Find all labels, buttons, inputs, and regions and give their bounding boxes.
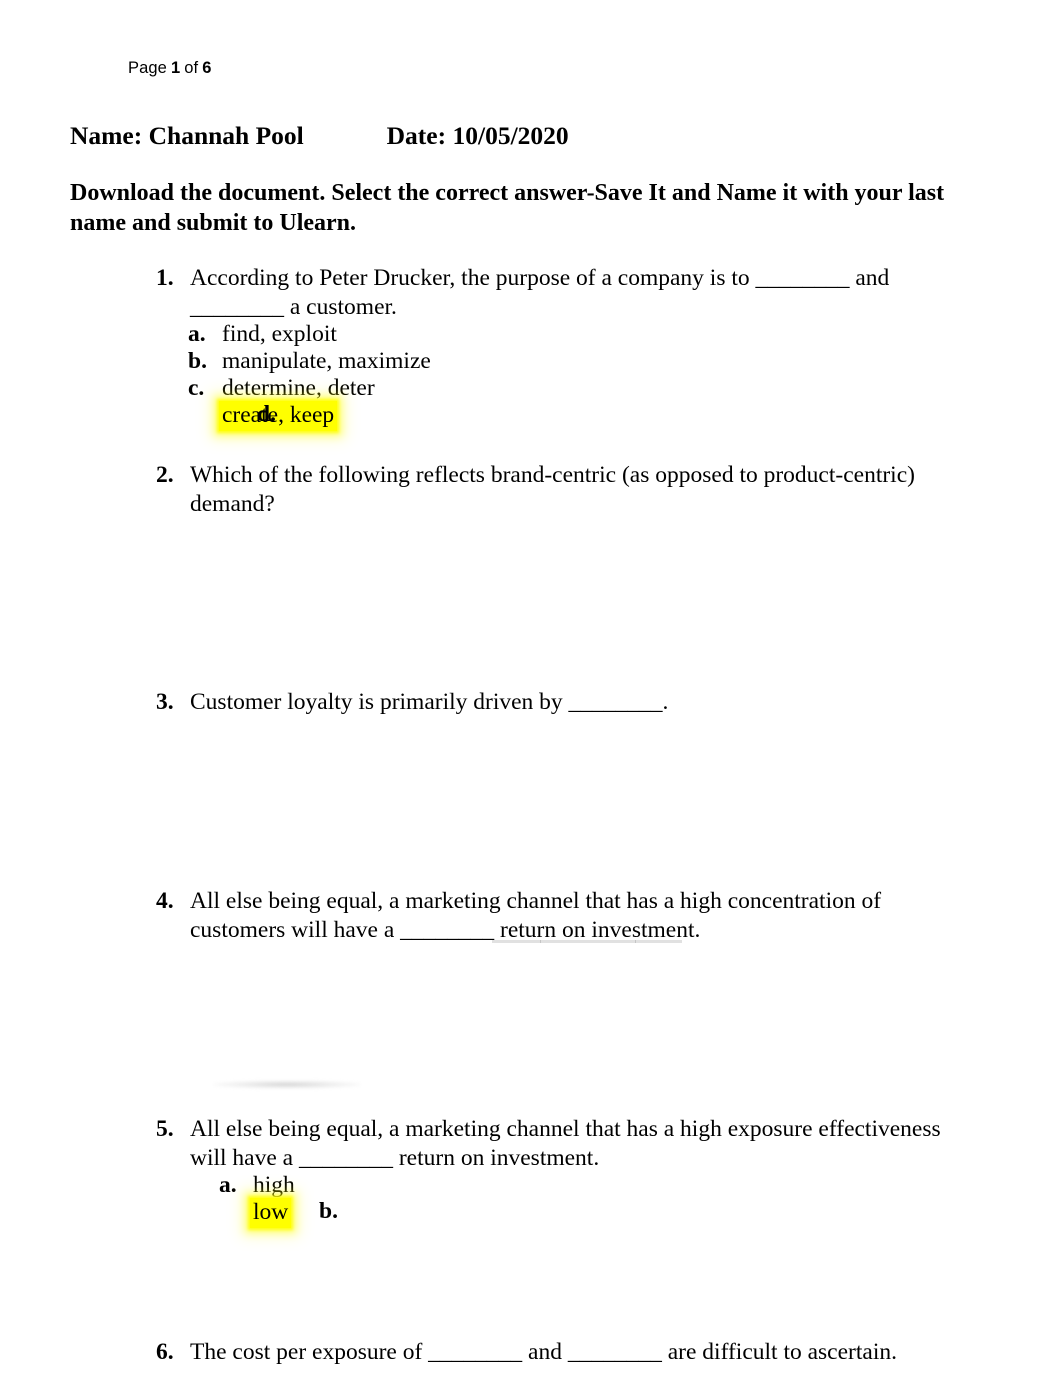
question-5-options: a. high b. low [150,1172,950,1228]
question-6-text: The cost per exposure of ________ and __… [190,1339,897,1365]
question-3-answer-space[interactable] [150,717,950,867]
question-item-3: 3. Customer loyalty is primarily driven … [150,688,950,867]
question-2-line: 2. Which of the following reflects brand… [150,461,950,518]
option-letter: a. [219,1172,237,1198]
question-1-option-a[interactable]: a. find, exploit [150,321,950,348]
question-item-1: 1. According to Peter Drucker, the purpo… [150,264,950,431]
question-1-text: According to Peter Drucker, the purpose … [190,265,890,320]
page-header-prefix: Page [128,59,167,77]
question-5-option-b[interactable]: b. low [150,1198,950,1228]
page-header-middle: of [184,59,199,77]
question-3-line: 3. Customer loyalty is primarily driven … [150,688,950,717]
question-4-line: 4. All else being equal, a marketing cha… [150,887,950,944]
question-1-options: a. find, exploit b. manipulate, maximize… [150,321,950,431]
question-3-text: Customer loyalty is primarily driven by … [190,689,669,715]
question-item-4: 4. All else being equal, a marketing cha… [150,887,950,1094]
question-2-answer-space[interactable] [150,518,950,668]
question-2-number: 2. [156,462,174,488]
question-6-line: 6. The cost per exposure of ________ and… [150,1338,950,1367]
question-1-line: 1. According to Peter Drucker, the purpo… [150,264,950,321]
question-item-2: 2. Which of the following reflects brand… [150,461,950,668]
option-text: manipulate, maximize [222,348,431,374]
question-5-line: 5. All else being equal, a marketing cha… [150,1115,950,1172]
question-4-text: All else being equal, a marketing channe… [190,888,882,943]
question-1-option-d[interactable]: d. create, keep [150,401,950,431]
page-header-current: 1 [170,59,181,77]
question-item-5: 5. All else being equal, a marketing cha… [150,1115,950,1228]
option-text: find, exploit [222,321,337,347]
question-4-number: 4. [156,888,174,914]
question-2-text: Which of the following reflects brand-ce… [190,462,915,517]
option-letter: a. [188,321,206,347]
question-4-answer-space[interactable] [150,944,950,1094]
instructions-paragraph: Download the document. Select the correc… [70,180,945,236]
highlighted-answer-marker: d. create, keep [219,401,338,431]
question-1-number: 1. [156,265,174,291]
highlighted-answer-marker: b. low [250,1198,338,1228]
option-text: low [253,1199,289,1225]
question-3-number: 3. [156,689,174,715]
page-number-header: Page 1 of 6 [128,58,211,78]
option-letter: d. [257,401,276,427]
question-item-6: 6. The cost per exposure of ________ and… [150,1338,950,1367]
option-letter: b. [188,348,207,374]
document-page: Page 1 of 6 Name: Channah Pool Date: 10/05/… [0,0,1062,1377]
question-5-option-a[interactable]: a. high [150,1172,950,1199]
option-text: create, keep [222,402,335,428]
question-1-option-c[interactable]: c. determine, deter [150,375,950,402]
page-header-total: 6 [202,59,212,77]
question-1-option-b[interactable]: b. manipulate, maximize [150,348,950,375]
question-5-number: 5. [156,1116,174,1142]
option-letter: b. [319,1198,338,1224]
name-date-line: Name: Channah Pool Date: 10/05/2020 [70,121,569,150]
question-6-number: 6. [156,1339,174,1365]
option-text: determine, deter [222,375,375,401]
option-text: high [253,1172,295,1198]
option-letter: c. [188,375,205,401]
question-5-text: All else being equal, a marketing channe… [190,1116,941,1171]
